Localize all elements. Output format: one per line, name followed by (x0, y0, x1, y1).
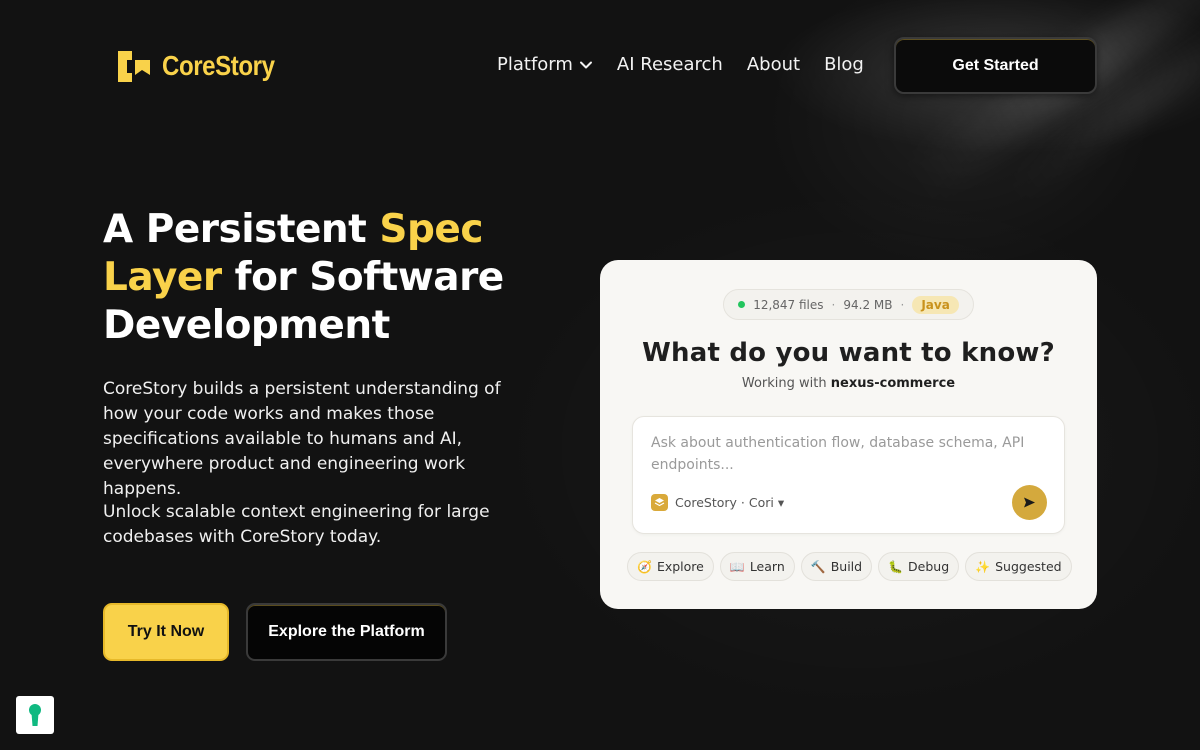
brand-logo[interactable]: CoreStory (116, 48, 293, 84)
repo-size: 94.2 MB (843, 297, 893, 312)
nav-item-blog[interactable]: Blog (824, 54, 864, 75)
chip-label: Explore (656, 559, 704, 574)
book-icon: 📖 (729, 559, 745, 574)
light-streak (905, 0, 1200, 201)
nav-item-platform[interactable]: Platform (497, 54, 593, 75)
query-box: Ask about authentication flow, database … (632, 416, 1065, 534)
sparkles-icon: ✨ (975, 559, 991, 574)
hero-description-secondary: Unlock scalable context engineering for … (103, 502, 490, 547)
nav-item-label: Platform (497, 54, 573, 75)
chip-label: Debug (908, 559, 950, 574)
repo-stats-pill: 12,847 files · 94.2 MB · Java (723, 289, 974, 320)
model-selector[interactable]: CoreStory · Cori ▾ (651, 494, 784, 511)
corestory-logo-icon (116, 48, 152, 84)
try-it-now-button[interactable]: Try It Now (103, 603, 229, 661)
model-label: CoreStory · Cori ▾ (675, 495, 785, 510)
question-input[interactable]: Ask about authentication flow, database … (651, 432, 1031, 476)
subtitle-prefix: Working with (741, 376, 827, 391)
light-streak (1000, 0, 1200, 210)
nav-item-ai-research[interactable]: AI Research (617, 54, 723, 75)
main-nav: Platform AI Research About Blog (497, 54, 864, 75)
mode-chips: 🧭 Explore 📖 Learn 🔨 Build 🐛 Debug ✨ Suggested (627, 552, 1072, 581)
nav-item-label: AI Research (616, 54, 723, 75)
chip-suggested[interactable]: ✨ Suggested (965, 552, 1072, 581)
privacy-settings-button[interactable] (16, 696, 54, 734)
ask-card: 12,847 files · 94.2 MB · Java What do yo… (600, 260, 1097, 609)
send-button[interactable] (1012, 485, 1047, 520)
card-subtitle: Working with nexus-commerce (600, 376, 1097, 391)
keyhole-icon (29, 704, 41, 726)
hero-title-prefix: A Persistent (103, 207, 380, 252)
get-started-button[interactable]: Get Started (894, 37, 1097, 94)
layers-icon (651, 494, 668, 511)
card-title: What do you want to know? (642, 338, 1055, 368)
chevron-down-icon (579, 61, 592, 68)
chip-label: Suggested (995, 559, 1062, 574)
chip-explore[interactable]: 🧭 Explore (627, 552, 714, 581)
hero-description: CoreStory builds a persistent understand… (103, 379, 501, 499)
chip-debug[interactable]: 🐛 Debug (878, 552, 960, 581)
nav-item-label: About (746, 54, 801, 75)
chip-label: Learn (749, 559, 785, 574)
separator: · (900, 297, 905, 312)
nav-item-label: Blog (824, 54, 864, 75)
chip-build[interactable]: 🔨 Build (800, 552, 873, 581)
bug-icon: 🐛 (888, 559, 904, 574)
project-name: nexus-commerce (830, 376, 956, 391)
status-dot-icon (738, 301, 746, 308)
compass-icon: 🧭 (637, 559, 652, 574)
hero-title: A Persistent Spec Layer for Software Dev… (103, 206, 563, 350)
explore-platform-button[interactable]: Explore the Platform (246, 603, 447, 661)
file-count: 12,847 files (753, 297, 824, 312)
chip-learn[interactable]: 📖 Learn (719, 552, 795, 581)
language-badge: Java (912, 295, 959, 314)
separator: · (831, 297, 836, 312)
hammer-icon: 🔨 (810, 559, 826, 574)
brand-name: CoreStory (162, 50, 275, 81)
nav-item-about[interactable]: About (747, 54, 800, 75)
chip-label: Build (830, 559, 863, 574)
send-icon (1024, 497, 1035, 508)
